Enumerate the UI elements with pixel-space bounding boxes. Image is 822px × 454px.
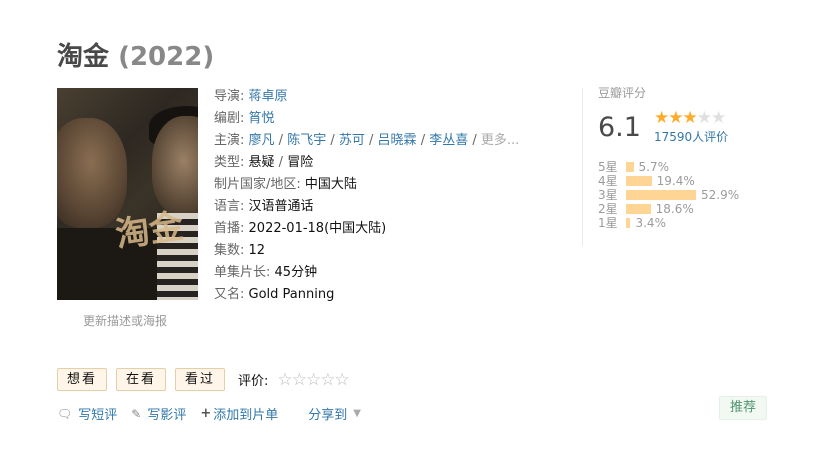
distribution-bar <box>626 176 652 186</box>
star-filled-icon: ★ <box>654 108 669 128</box>
runtime-value: 45分钟 <box>274 265 318 280</box>
rate-stars-input[interactable]: ☆☆☆☆☆ <box>277 370 349 390</box>
recommend-button[interactable]: 推荐 <box>719 396 767 420</box>
title-text: 淘金 <box>57 42 110 72</box>
genre-label: 类型 <box>214 155 241 170</box>
review-label: 写影评 <box>147 408 187 423</box>
distribution-bar <box>626 190 696 200</box>
short-review-label: 写短评 <box>78 408 118 423</box>
rating-label: 豆瓣评分 <box>598 86 647 100</box>
watched-button[interactable]: 看过 <box>175 368 226 391</box>
watching-button[interactable]: 在看 <box>116 368 167 391</box>
cast-link[interactable]: 陈飞宇 <box>287 133 326 148</box>
episodes-value: 12 <box>248 243 266 258</box>
star-filled-icon: ★ <box>668 108 683 128</box>
caret-down-icon: ▼ <box>353 408 361 419</box>
distribution-row: 1星 3.4% <box>598 216 739 230</box>
update-poster-link[interactable]: 更新描述或海报 <box>83 312 167 329</box>
director-link[interactable]: 蒋卓原 <box>249 89 288 104</box>
language-value: 汉语普通话 <box>248 199 314 214</box>
premiere-row: 首播: 2022-01-18(中国大陆) <box>214 221 387 236</box>
action-bar: 🗨︎ 写短评 ✎ 写影评 + 添加到片单 分享到 ▼ <box>57 404 361 423</box>
rate-star-icon[interactable]: ☆ <box>277 370 292 390</box>
distribution-percent: 52.9% <box>701 188 740 202</box>
share-link[interactable]: 分享到 ▼ <box>308 404 361 423</box>
speech-bubble-icon: 🗨︎ <box>57 406 73 421</box>
distribution-star-label: 5星 <box>598 160 618 174</box>
genre-value: 悬疑 <box>248 155 275 170</box>
episodes-row: 集数: 12 <box>214 243 266 258</box>
info-panel: 导演: 蒋卓原 编剧: 筲悦 主演: 廖凡 / 陈飞宇 / 苏可 / 吕晓霖 /… <box>214 86 519 306</box>
premiere-value: 2022-01-18(中国大陆) <box>248 221 387 236</box>
cast-label: 主演 <box>214 133 241 148</box>
distribution-percent: 18.6% <box>655 202 694 216</box>
rating-score: 6.1 <box>598 112 641 143</box>
distribution-row: 4星 19.4% <box>598 174 739 188</box>
country-label: 制片国家/地区 <box>214 177 297 192</box>
rate-star-icon[interactable]: ☆ <box>334 370 349 390</box>
cast-link[interactable]: 廖凡 <box>249 133 275 148</box>
cast-row: 主演: 廖凡 / 陈飞宇 / 苏可 / 吕晓霖 / 李丛喜 / 更多... <box>214 133 520 148</box>
share-label: 分享到 <box>308 408 348 423</box>
distribution-row: 5星 5.7% <box>598 160 739 174</box>
aka-value: Gold Panning <box>248 287 335 302</box>
star-empty-icon: ★ <box>711 108 726 128</box>
rating-divider <box>582 88 583 246</box>
distribution-percent: 3.4% <box>635 216 666 230</box>
writer-link[interactable]: 筲悦 <box>249 111 275 126</box>
star-filled-icon: ★ <box>682 108 698 128</box>
distribution-star-label: 2星 <box>598 202 618 216</box>
page-title: 淘金 (2022) <box>57 36 214 73</box>
distribution-percent: 5.7% <box>638 160 670 174</box>
writer-row: 编剧: 筲悦 <box>214 111 275 126</box>
votes-link[interactable]: 17590人评价 <box>654 128 728 145</box>
review-link[interactable]: ✎ 写影评 <box>131 404 187 424</box>
director-label: 导演 <box>214 89 241 104</box>
distribution-bar <box>626 218 631 228</box>
premiere-label: 首播 <box>214 221 241 236</box>
genre-row: 类型: 悬疑 / 冒险 <box>214 155 314 170</box>
poster-image[interactable]: 淘金 <box>57 88 198 300</box>
cast-link[interactable]: 李丛喜 <box>429 133 468 148</box>
distribution-row: 2星 18.6% <box>598 202 739 216</box>
poster-logo: 淘金 <box>113 206 186 256</box>
language-row: 语言: 汉语普通话 <box>214 199 314 214</box>
rate-star-icon[interactable]: ☆ <box>320 370 335 390</box>
writer-label: 编剧 <box>214 111 241 126</box>
director-row: 导演: 蒋卓原 <box>214 89 288 104</box>
add-to-list-link[interactable]: + 添加到片单 <box>200 404 278 423</box>
country-row: 制片国家/地区: 中国大陆 <box>214 177 357 192</box>
eval-label: 评价: <box>238 374 269 389</box>
distribution-percent: 19.4% <box>656 174 695 188</box>
runtime-row: 单集片长: 45分钟 <box>214 265 318 280</box>
distribution-star-label: 4星 <box>598 174 618 188</box>
distribution-bar <box>626 162 634 172</box>
distribution-row: 3星 52.9% <box>598 188 739 202</box>
short-review-link[interactable]: 🗨︎ 写短评 <box>57 404 118 424</box>
cast-link[interactable]: 吕晓霖 <box>378 133 417 148</box>
language-label: 语言 <box>214 199 241 214</box>
episodes-label: 集数 <box>214 243 241 258</box>
cast-link[interactable]: 苏可 <box>339 133 365 148</box>
title-year: (2022) <box>118 42 215 72</box>
distribution-star-label: 1星 <box>598 216 618 230</box>
cast-more-link[interactable]: 更多... <box>481 133 519 148</box>
aka-label: 又名 <box>214 287 241 302</box>
rate-star-icon[interactable]: ☆ <box>306 370 321 390</box>
aka-row: 又名: Gold Panning <box>214 287 335 302</box>
genre-value: 冒险 <box>287 155 314 170</box>
runtime-label: 单集片长 <box>214 265 267 280</box>
country-value: 中国大陆 <box>304 177 357 192</box>
distribution-star-label: 3星 <box>598 188 618 202</box>
rating-stars: ★★★★★ <box>654 108 726 128</box>
star-empty-icon: ★ <box>696 108 712 128</box>
plus-icon: + <box>200 406 212 421</box>
rating-distribution: 5星 5.7% 4星 19.4% 3星 52.9% 2星 18.6% 1星 3.4% <box>598 160 739 230</box>
want-button[interactable]: 想看 <box>57 368 108 391</box>
mark-buttons: 想看 在看 看过 评价: ☆☆☆☆☆ <box>57 368 350 391</box>
rate-star-icon[interactable]: ☆ <box>292 370 307 390</box>
distribution-bar <box>626 204 651 214</box>
pencil-icon: ✎ <box>131 406 142 421</box>
add-list-label: 添加到片单 <box>213 408 279 423</box>
